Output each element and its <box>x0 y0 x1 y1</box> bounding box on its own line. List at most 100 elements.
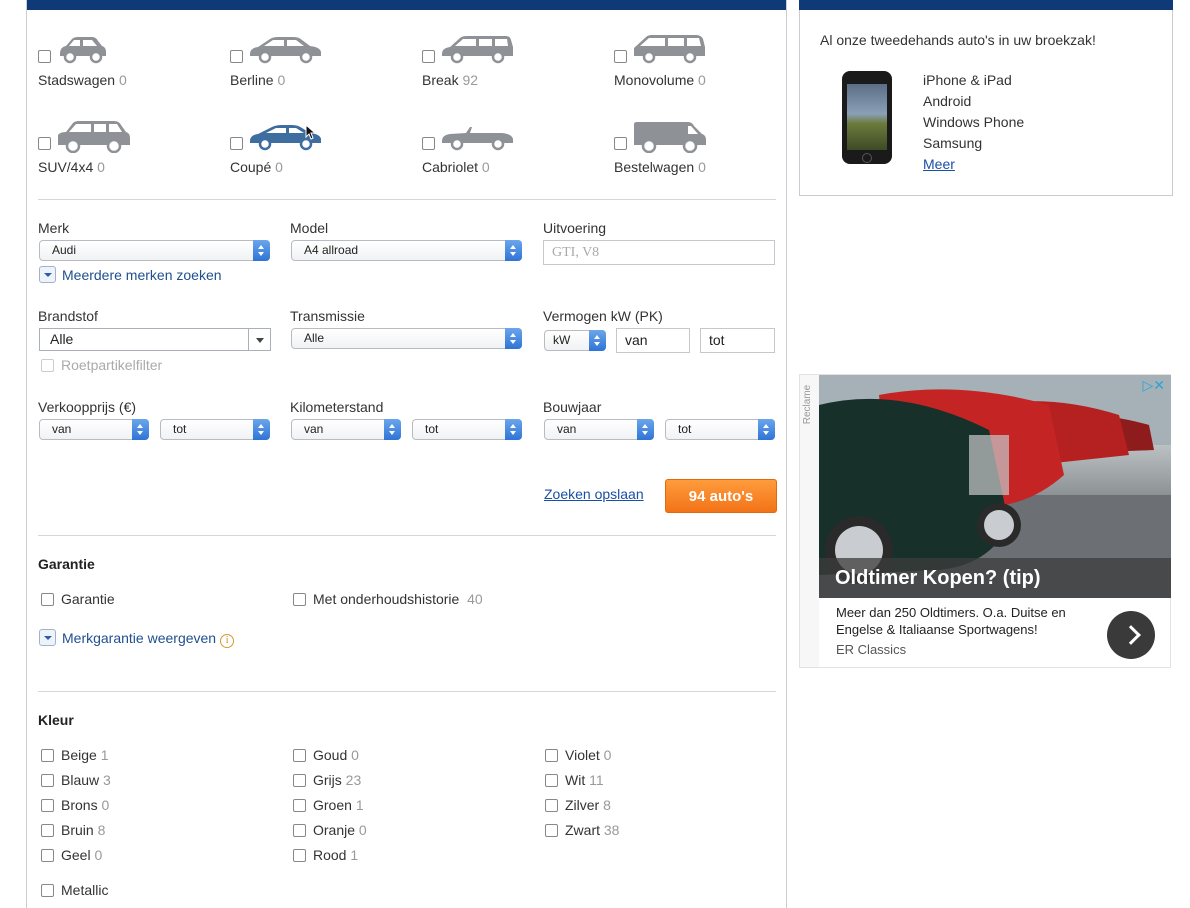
body-type-bestelwagen[interactable]: Bestelwagen 0 <box>614 117 804 177</box>
color-wit-checkbox[interactable]: Wit 11 <box>545 772 604 788</box>
body-type-checkbox[interactable] <box>614 50 627 63</box>
merk-label: Merk <box>38 220 70 236</box>
color-beige-checkbox[interactable]: Beige 1 <box>41 747 109 763</box>
ad-image[interactable]: ▷✕ Oldtimer Kopen? (tip) <box>819 375 1171 598</box>
checkbox-box <box>545 749 558 762</box>
bouwjaar-label: Bouwjaar <box>543 399 602 415</box>
color-label: Rood <box>313 847 347 863</box>
expand-arrow-icon <box>39 629 56 646</box>
select-value: tot <box>173 422 187 436</box>
platform-item[interactable]: Android <box>923 91 1024 112</box>
color-oranje-checkbox[interactable]: Oranje 0 <box>293 822 367 838</box>
advertisement[interactable]: Reclame ▷✕ Oldtimer Kopen? (tip) Meer da… <box>799 374 1171 668</box>
info-icon[interactable]: i <box>220 634 235 648</box>
prijs-from-select[interactable]: van <box>39 419 149 440</box>
body-type-label: SUV/4x4 <box>38 159 94 175</box>
checkbox-box <box>545 774 558 787</box>
body-type-label: Cabriolet <box>422 159 479 175</box>
km-to-select[interactable]: tot <box>412 419 522 440</box>
bouwjaar-to-select[interactable]: tot <box>665 419 775 440</box>
select-value: van <box>52 422 72 436</box>
body-type-checkbox[interactable] <box>614 137 627 150</box>
body-type-checkbox[interactable] <box>230 50 243 63</box>
color-zilver-checkbox[interactable]: Zilver 8 <box>545 797 611 813</box>
color-label: Bruin <box>61 822 94 838</box>
body-type-cabriolet[interactable]: Cabriolet 0 <box>422 117 612 177</box>
body-type-break[interactable]: Break 92 <box>422 30 612 90</box>
vermogen-unit-select[interactable]: kW <box>544 330 606 351</box>
checkbox-box <box>41 884 54 897</box>
color-count: 3 <box>103 772 111 788</box>
vermogen-unit-value: kW <box>553 333 571 347</box>
body-type-checkbox[interactable] <box>422 137 435 150</box>
expand-arrow-icon <box>39 266 56 283</box>
body-type-checkbox[interactable] <box>38 50 51 63</box>
color-goud-checkbox[interactable]: Goud 0 <box>293 747 359 763</box>
transmissie-label: Transmissie <box>290 308 365 324</box>
body-type-label: Stadswagen <box>38 72 116 88</box>
body-type-suv[interactable]: SUV/4x4 0 <box>38 117 228 177</box>
prijs-to-select[interactable]: tot <box>160 419 270 440</box>
roetfilter-checkbox[interactable]: Roetpartikelfilter <box>41 357 162 373</box>
select-arrows-icon <box>505 240 522 261</box>
ad-choices-icon[interactable]: ▷✕ <box>1143 377 1166 394</box>
checkbox-box <box>545 799 558 812</box>
body-type-checkbox[interactable] <box>38 137 51 150</box>
show-results-button[interactable]: 94 auto's <box>665 479 777 513</box>
color-label: Beige <box>61 747 97 763</box>
uitvoering-input[interactable]: GTI, V8 <box>543 240 775 265</box>
color-blauw-checkbox[interactable]: Blauw 3 <box>41 772 111 788</box>
garantie-title: Garantie <box>38 556 95 572</box>
city-car-icon <box>60 37 106 64</box>
color-bruin-checkbox[interactable]: Bruin 8 <box>41 822 105 838</box>
bouwjaar-from-select[interactable]: van <box>544 419 654 440</box>
ad-source: ER Classics <box>836 642 907 657</box>
color-grijs-checkbox[interactable]: Grijs 23 <box>293 772 361 788</box>
transmissie-value: Alle <box>304 331 325 345</box>
model-select[interactable]: A4 allroad <box>291 240 522 261</box>
body-type-berline[interactable]: Berline 0 <box>230 30 420 90</box>
checkbox-box <box>545 824 558 837</box>
transmissie-select[interactable]: Alle <box>291 328 522 349</box>
select-arrows-icon <box>505 419 522 440</box>
color-count: 0 <box>603 747 612 763</box>
brandstof-select[interactable]: Alle <box>39 328 271 351</box>
app-promo-more-link[interactable]: Meer <box>923 154 1024 175</box>
platform-item[interactable]: iPhone & iPad <box>923 70 1024 91</box>
vermogen-from-input[interactable]: van <box>616 328 690 353</box>
body-type-count: 0 <box>698 159 706 175</box>
metallic-checkbox[interactable]: Metallic <box>41 882 108 898</box>
color-count: 0 <box>101 797 110 813</box>
color-zwart-checkbox[interactable]: Zwart 38 <box>545 822 619 838</box>
body-type-checkbox[interactable] <box>422 50 435 63</box>
color-violet-checkbox[interactable]: Violet 0 <box>545 747 611 763</box>
merkgarantie-toggle[interactable]: Merkgarantie weergeven i <box>39 629 235 648</box>
platform-item[interactable]: Samsung <box>923 133 1024 154</box>
select-arrows-icon <box>758 419 775 440</box>
body-type-stadswagen[interactable]: Stadswagen 0 <box>38 30 228 90</box>
color-rood-checkbox[interactable]: Rood 1 <box>293 847 358 863</box>
color-count: 1 <box>100 747 109 763</box>
body-type-coupe[interactable]: Coupé 0 <box>230 117 420 177</box>
van-icon <box>634 122 706 153</box>
vermogen-to-input[interactable]: tot <box>700 328 775 353</box>
save-search-link[interactable]: Zoeken opslaan <box>544 486 644 502</box>
garantie-checkbox[interactable]: Garantie <box>41 591 115 607</box>
body-type-checkbox[interactable] <box>230 137 243 150</box>
color-geel-checkbox[interactable]: Geel 0 <box>41 847 102 863</box>
color-groen-checkbox[interactable]: Groen 1 <box>293 797 364 813</box>
color-label: Wit <box>565 772 586 788</box>
platform-item[interactable]: Windows Phone <box>923 112 1024 133</box>
merk-select[interactable]: Audi <box>39 240 270 261</box>
color-label: Blauw <box>61 772 100 788</box>
select-value: tot <box>425 422 439 436</box>
more-brands-toggle[interactable]: Meerdere merken zoeken <box>39 266 222 283</box>
body-type-monovolume[interactable]: Monovolume 0 <box>614 30 804 90</box>
ad-chevron-right-icon[interactable] <box>1107 611 1155 659</box>
app-promo-header-bar <box>799 0 1173 10</box>
color-brons-checkbox[interactable]: Brons 0 <box>41 797 109 813</box>
sedan-icon <box>250 37 321 64</box>
km-from-select[interactable]: van <box>291 419 401 440</box>
onderhoud-checkbox[interactable]: Met onderhoudshistorie 40 <box>293 591 483 607</box>
body-type-label: Berline <box>230 72 274 88</box>
